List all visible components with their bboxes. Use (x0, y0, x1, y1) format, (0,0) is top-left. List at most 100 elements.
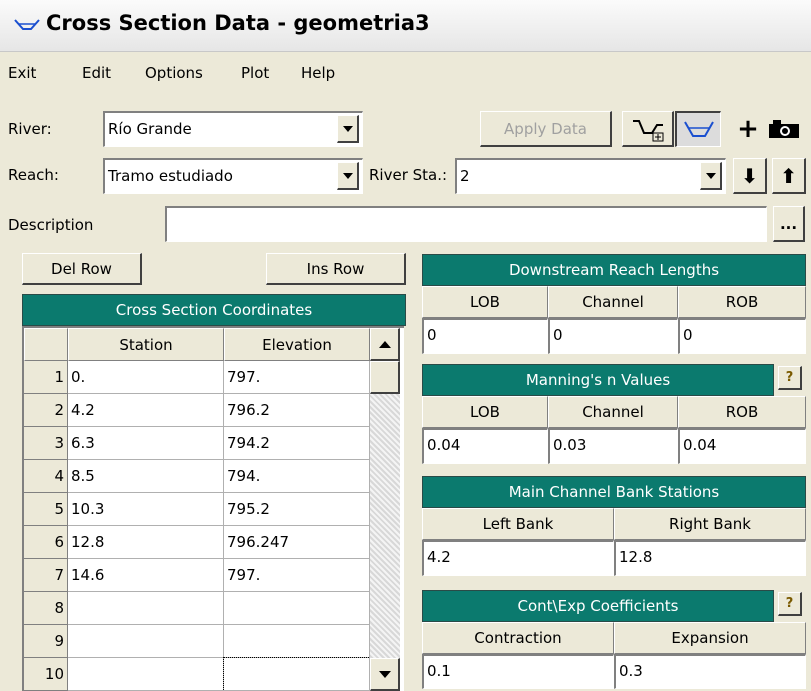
description-field[interactable] (165, 206, 767, 242)
scroll-down-button[interactable] (370, 658, 400, 691)
grid-corner (24, 328, 68, 361)
prev-station-button[interactable]: ⬆ (772, 158, 806, 194)
scroll-thumb[interactable] (370, 361, 400, 394)
station-cell[interactable]: 8.5 (68, 460, 224, 493)
row-number[interactable]: 3 (24, 427, 68, 460)
mannings-rob-header: ROB (678, 396, 806, 428)
row-number[interactable]: 7 (24, 559, 68, 592)
row-number[interactable]: 5 (24, 493, 68, 526)
apply-data-button[interactable]: Apply Data (480, 111, 612, 147)
river-sta-value: 2 (460, 167, 470, 185)
mannings-lob-header: LOB (422, 396, 548, 428)
elevation-cell[interactable]: 794.2 (224, 427, 370, 460)
help-icon: ? (785, 370, 794, 385)
mannings-channel-field[interactable]: 0.03 (548, 428, 678, 464)
row-number[interactable]: 4 (24, 460, 68, 493)
menu-exit[interactable]: Exit (8, 64, 36, 82)
reach-rob-field[interactable]: 0 (678, 318, 806, 354)
xs-view-icon-button[interactable] (675, 111, 721, 147)
help-icon: ? (785, 596, 794, 611)
scroll-up-button[interactable] (370, 328, 400, 361)
elevation-cell[interactable] (223, 657, 371, 691)
river-sta-dropdown-button[interactable] (700, 162, 722, 190)
expansion-field[interactable]: 0.3 (614, 654, 806, 689)
arrow-up-icon: ⬆ (780, 163, 797, 188)
left-bank-field[interactable]: 4.2 (422, 540, 614, 576)
elevation-cell[interactable]: 797. (224, 559, 370, 592)
plus-icon: + (737, 114, 759, 144)
arrow-down-icon: ⬇ (741, 163, 758, 188)
coefficients-help-button[interactable]: ? (778, 592, 802, 616)
reach-dropdown-button[interactable] (337, 162, 359, 190)
ins-row-button[interactable]: Ins Row (266, 253, 406, 285)
row-number[interactable]: 6 (24, 526, 68, 559)
station-cell[interactable] (68, 658, 224, 691)
triangle-down-icon (378, 670, 391, 678)
row-number[interactable]: 1 (24, 361, 68, 394)
add-icon-button[interactable]: + (733, 113, 763, 145)
row-number[interactable]: 2 (24, 394, 68, 427)
river-sta-label: River Sta.: (369, 166, 448, 184)
coords-grid: Station Elevation 1 0. 797. 2 4.2 796.2 3 6.3 79… (22, 326, 404, 691)
elevation-cell[interactable]: 795.2 (224, 493, 370, 526)
menu-edit[interactable]: Edit (82, 64, 111, 82)
expansion-header: Expansion (614, 622, 806, 654)
station-cell[interactable]: 6.3 (68, 427, 224, 460)
menu-bar: Exit Edit Options Plot Help (0, 52, 811, 94)
station-cell[interactable]: 14.6 (68, 559, 224, 592)
mannings-rob-field[interactable]: 0.04 (678, 428, 806, 464)
station-cell[interactable] (68, 625, 224, 658)
chevron-down-icon (705, 172, 716, 179)
left-bank-header: Left Bank (422, 508, 614, 540)
right-bank-header: Right Bank (614, 508, 806, 540)
station-cell[interactable]: 0. (68, 361, 224, 394)
station-cell[interactable]: 4.2 (68, 394, 224, 427)
menu-options[interactable]: Options (145, 64, 203, 82)
station-cell[interactable] (68, 592, 224, 625)
station-cell[interactable]: 10.3 (68, 493, 224, 526)
station-cell[interactable]: 12.8 (68, 526, 224, 559)
elevation-cell[interactable] (224, 625, 370, 658)
row-number[interactable]: 9 (24, 625, 68, 658)
del-row-button[interactable]: Del Row (22, 253, 142, 285)
description-label: Description (8, 216, 94, 234)
river-dropdown-button[interactable] (337, 115, 359, 143)
mannings-channel-header: Channel (548, 396, 678, 428)
row-number[interactable]: 10 (24, 658, 68, 691)
river-sta-select[interactable]: 2 (455, 158, 726, 194)
mannings-lob-field[interactable]: 0.04 (422, 428, 548, 464)
elevation-cell[interactable]: 794. (224, 460, 370, 493)
reach-lengths-title: Downstream Reach Lengths (422, 254, 806, 286)
triangle-up-icon (378, 340, 391, 348)
elevation-cell[interactable] (224, 592, 370, 625)
row-number[interactable]: 8 (24, 592, 68, 625)
description-browse-button[interactable]: ... (773, 206, 805, 242)
elevation-cell[interactable]: 797. (224, 361, 370, 394)
coords-title: Cross Section Coordinates (22, 294, 406, 326)
window-title: Cross Section Data - geometria3 (46, 11, 430, 35)
app-icon (14, 19, 40, 30)
menu-plot[interactable]: Plot (241, 64, 269, 82)
menu-help[interactable]: Help (301, 64, 335, 82)
next-station-button[interactable]: ⬇ (733, 158, 767, 194)
river-label: River: (8, 120, 52, 138)
reach-lob-field[interactable]: 0 (422, 318, 548, 354)
reach-channel-field[interactable]: 0 (548, 318, 678, 354)
contraction-field[interactable]: 0.1 (422, 654, 614, 689)
right-bank-field[interactable]: 12.8 (614, 540, 806, 576)
elevation-cell[interactable]: 796.247 (224, 526, 370, 559)
mannings-help-button[interactable]: ? (778, 366, 802, 390)
plot-section-icon-button[interactable] (622, 111, 674, 147)
reach-lob-header: LOB (422, 286, 548, 318)
elevation-cell[interactable]: 796.2 (224, 394, 370, 427)
contraction-header: Contraction (422, 622, 614, 654)
camera-button[interactable] (764, 115, 804, 143)
river-select[interactable]: Río Grande (103, 111, 363, 147)
plot-section-icon (632, 119, 663, 141)
station-header: Station (68, 328, 224, 361)
cross-section-icon (683, 121, 714, 137)
vertical-scrollbar[interactable] (370, 328, 400, 691)
coefficients-title: Cont\Exp Coefficients (422, 590, 774, 622)
river-value: Río Grande (108, 120, 192, 138)
reach-select[interactable]: Tramo estudiado (103, 158, 363, 194)
